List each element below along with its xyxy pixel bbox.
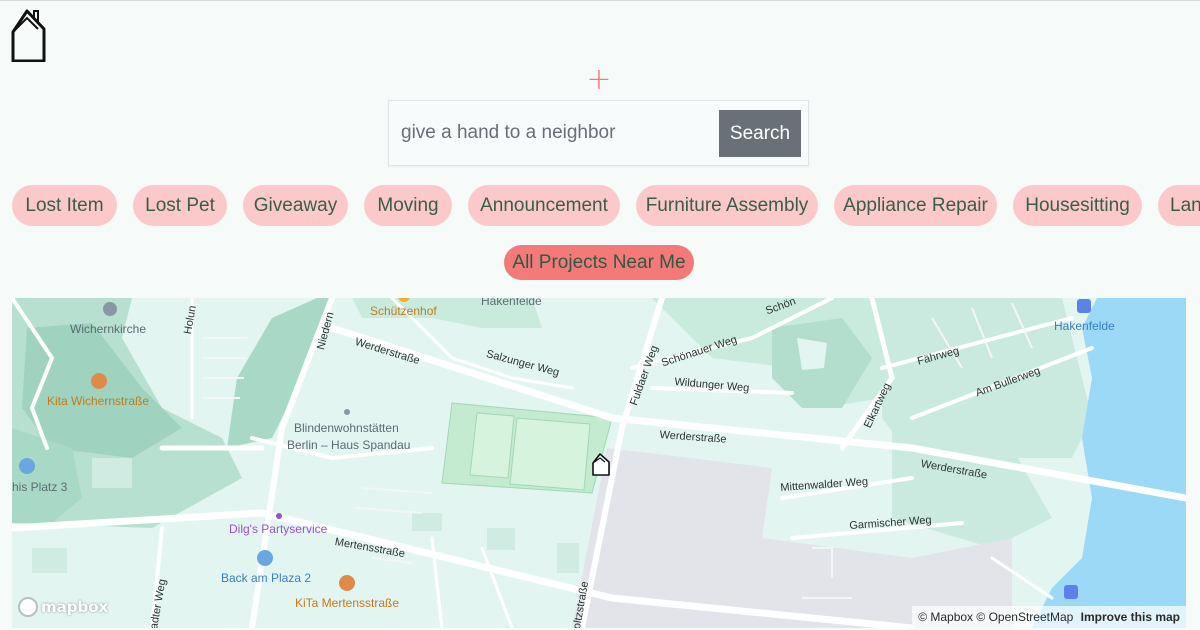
- map-label-dilgs-partyservice: Dilg's Partyservice: [229, 522, 328, 536]
- category-chip-furniture-assembly[interactable]: Furniture Assembly: [636, 185, 818, 226]
- attribution-osm-link[interactable]: © OpenStreetMap: [976, 610, 1073, 624]
- map-label-back-am-plaza: Back am Plaza 2: [221, 571, 312, 585]
- map-label-wichernkirche: Wichernkirche: [70, 322, 147, 336]
- category-chip-lan[interactable]: Lan: [1158, 185, 1200, 226]
- add-project-button[interactable]: +: [586, 65, 612, 95]
- map-label-kita-mertensstrasse: KiTa Mertensstraße: [295, 596, 400, 610]
- category-chips: Lost Item Lost Pet Giveaway Moving Annou…: [0, 185, 1200, 227]
- search-form: Search: [388, 100, 809, 166]
- search-input[interactable]: [401, 113, 719, 153]
- house-logo-icon[interactable]: [10, 6, 48, 62]
- category-chip-giveaway[interactable]: Giveaway: [243, 185, 348, 226]
- category-chip-lost-item[interactable]: Lost Item: [12, 185, 117, 226]
- mapbox-logo-text: mapbox: [41, 598, 109, 616]
- house-marker-icon[interactable]: [591, 452, 611, 476]
- map-attribution: © Mapbox © OpenStreetMap Improve this ma…: [912, 606, 1186, 628]
- category-chip-lost-pet[interactable]: Lost Pet: [133, 185, 227, 226]
- map-label-schuetzenhof: Schützenhof: [370, 304, 437, 318]
- map-label-haus-spandau: Berlin – Haus Spandau: [287, 438, 411, 452]
- category-chip-moving[interactable]: Moving: [364, 185, 452, 226]
- map-label-kita-wichernstrasse: Kita Wichernstraße: [47, 394, 150, 408]
- search-button[interactable]: Search: [719, 110, 801, 157]
- category-chip-announcement[interactable]: Announcement: [468, 185, 620, 226]
- all-projects-button[interactable]: All Projects Near Me: [504, 245, 694, 280]
- map-label-platz-3: his Platz 3: [12, 480, 68, 494]
- map[interactable]: Wichernkirche Holun Niedern Schützenhof …: [12, 298, 1186, 628]
- category-chip-housesitting[interactable]: Housesitting: [1013, 185, 1142, 226]
- map-label-hakenfelde: Hakenfelde: [1054, 319, 1115, 333]
- attribution-mapbox-link[interactable]: © Mapbox: [918, 610, 973, 624]
- plus-icon: +: [586, 62, 612, 97]
- category-chip-appliance-repair[interactable]: Appliance Repair: [834, 185, 997, 226]
- mapbox-logo[interactable]: mapbox: [18, 596, 108, 618]
- map-label-blindenwohnstaetten: Blindenwohnstätten: [294, 421, 399, 435]
- map-label-hakenfelde-top: Hakenfelde: [481, 298, 542, 308]
- improve-map-link[interactable]: Improve this map: [1081, 610, 1180, 624]
- mapbox-logo-icon: [18, 597, 38, 617]
